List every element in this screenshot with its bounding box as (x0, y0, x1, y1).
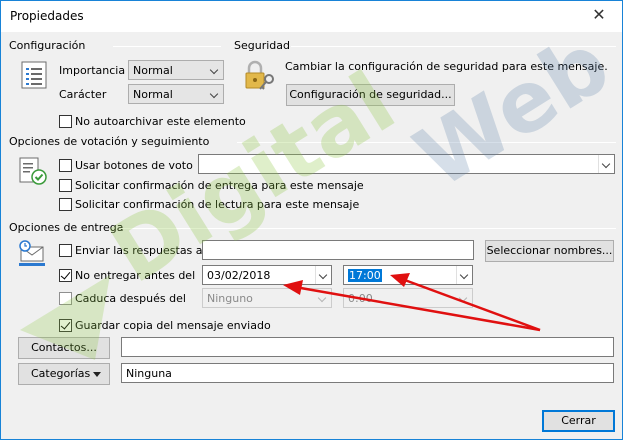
properties-dialog: Propiedades ✕ Configuración Importancia … (0, 0, 623, 440)
close-button[interactable]: Cerrar (542, 410, 615, 432)
confirmacion-entrega-label: Solicitar confirmación de entrega para e… (75, 179, 364, 192)
section-title-entrega: Opciones de entrega (9, 221, 124, 234)
section-title-seguridad: Seguridad (234, 39, 290, 52)
voting-buttons-dropdown[interactable] (198, 154, 615, 174)
chevron-down-icon (456, 289, 472, 307)
caduca-time-picker[interactable]: 0:00 (343, 288, 473, 308)
lock-key-icon (245, 60, 274, 90)
chevron-down-icon (456, 266, 472, 284)
importancia-label: Importancia (59, 64, 126, 77)
guardar-copia-checkbox[interactable] (59, 319, 72, 332)
separator (121, 228, 616, 229)
no-entregar-date-picker[interactable]: 03/02/2018 (202, 265, 332, 285)
caracter-value: Normal (133, 88, 173, 101)
confirmacion-lectura-checkbox[interactable] (59, 198, 72, 211)
section-title-votacion: Opciones de votación y seguimiento (9, 135, 210, 148)
contactos-input[interactable] (121, 337, 614, 357)
properties-list-icon (21, 61, 47, 89)
caracter-label: Carácter (59, 88, 107, 101)
confirmacion-entrega-checkbox[interactable] (59, 179, 72, 192)
delivery-icon (19, 240, 45, 266)
separator (291, 46, 616, 47)
enviar-respuestas-checkbox[interactable] (59, 244, 72, 257)
categorias-value: Ninguna (126, 367, 172, 380)
categorias-button[interactable]: Categorías (18, 363, 110, 385)
select-names-button[interactable]: Seleccionar nombres... (485, 240, 614, 262)
caduca-date-picker[interactable]: Ninguno (202, 288, 332, 308)
caduca-time-value: 0:00 (348, 292, 373, 305)
section-title-configuracion: Configuración (9, 39, 86, 52)
seguridad-description: Cambiar la configuración de seguridad pa… (285, 60, 608, 73)
importancia-dropdown[interactable]: Normal (128, 60, 224, 80)
categorias-button-label: Categorías (31, 367, 91, 380)
reply-to-input[interactable] (202, 240, 474, 260)
security-settings-button[interactable]: Configuración de seguridad... (286, 84, 455, 106)
usar-botones-label: Usar botones de voto (75, 159, 193, 172)
caduca-date-value: Ninguno (207, 292, 253, 305)
categorias-input[interactable]: Ninguna (121, 363, 614, 383)
separator (113, 46, 221, 47)
no-entregar-checkbox[interactable] (59, 269, 72, 282)
chevron-down-icon (207, 85, 223, 103)
guardar-copia-label: Guardar copia del mensaje enviado (75, 319, 271, 332)
chevron-down-icon (315, 266, 331, 284)
no-autoarchivar-label: No autoarchivar este elemento (75, 115, 246, 128)
separator (237, 142, 616, 143)
close-icon[interactable]: ✕ (590, 6, 608, 24)
voting-icon (19, 157, 47, 185)
no-autoarchivar-checkbox[interactable] (59, 115, 72, 128)
chevron-down-icon (598, 155, 614, 173)
no-entregar-time-picker[interactable]: 17:00 (343, 265, 473, 285)
dialog-title: Propiedades (10, 9, 84, 23)
caret-down-icon (93, 372, 101, 377)
chevron-down-icon (315, 289, 331, 307)
enviar-respuestas-label: Enviar las respuestas a (75, 244, 203, 257)
caduca-checkbox[interactable] (59, 292, 72, 305)
title-bar: Propiedades ✕ (1, 1, 622, 32)
importancia-value: Normal (133, 64, 173, 77)
selected-time-text: 17:00 (348, 269, 382, 282)
contactos-button[interactable]: Contactos... (18, 337, 110, 359)
caduca-label: Caduca después del (75, 292, 186, 305)
no-entregar-label: No entregar antes del (75, 269, 196, 282)
confirmacion-lectura-label: Solicitar confirmación de lectura para e… (75, 198, 360, 211)
chevron-down-icon (207, 61, 223, 79)
no-entregar-time-value: 17:00 (348, 269, 382, 282)
caracter-dropdown[interactable]: Normal (128, 84, 224, 104)
usar-botones-checkbox[interactable] (59, 159, 72, 172)
no-entregar-date-value: 03/02/2018 (207, 269, 271, 282)
